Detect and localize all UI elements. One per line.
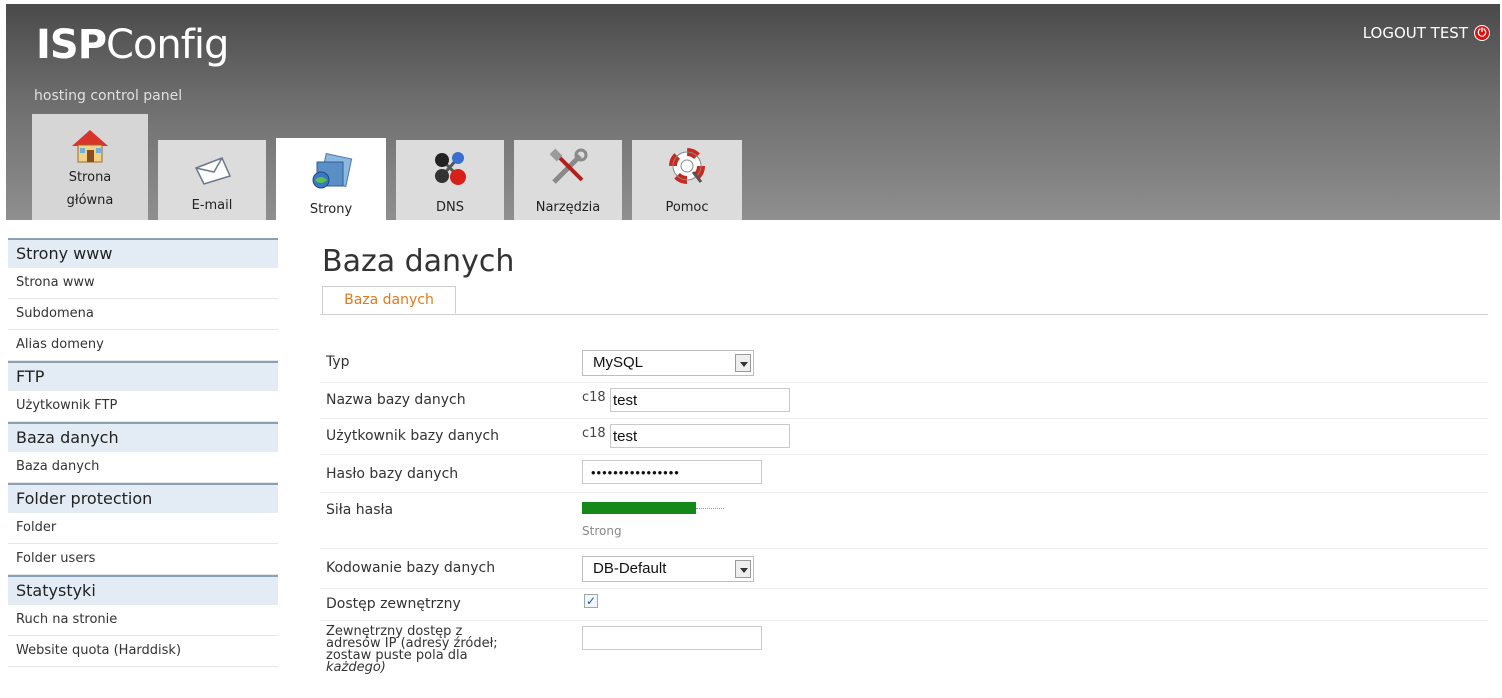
lifebuoy-icon	[669, 148, 705, 184]
row-charset: Kodowanie bazy danych DB-Default	[320, 548, 1488, 589]
row-db-name: Nazwa bazy danych c18 test	[320, 382, 1488, 419]
tab-tools-label: Narzędzia	[535, 200, 601, 215]
tab-dns-label: DNS	[436, 200, 464, 215]
chevron-down-icon	[735, 560, 751, 578]
charset-value: DB-Default	[593, 560, 667, 577]
tab-sites[interactable]: Strony	[276, 138, 386, 222]
sidebar-item-folder-users[interactable]: Folder users	[8, 544, 278, 575]
sidebar-item-website-quota[interactable]: Website quota (Harddisk)	[8, 636, 278, 667]
logo-rest: Config	[106, 22, 229, 68]
remote-access-label: Dostęp zewnętrzny	[326, 596, 461, 612]
sidebar-section-statystyki: Statystyki	[8, 575, 278, 605]
remote-access-checkbox[interactable]: ✓	[584, 594, 598, 608]
sidebar-section-strony-www: Strony www	[8, 238, 278, 268]
db-user-label: Użytkownik bazy danych	[326, 428, 500, 444]
row-db-user: Użytkownik bazy danych c18 test	[320, 418, 1488, 455]
db-user-prefix: c18	[582, 426, 606, 441]
db-user-input[interactable]: test	[610, 424, 790, 448]
remote-ips-label-line4: każdego)	[326, 660, 386, 675]
tagline: hosting control panel	[34, 88, 183, 104]
sidebar-item-strona-www[interactable]: Strona www	[8, 268, 278, 299]
page-title: Baza danych	[322, 244, 515, 279]
tab-dns[interactable]: DNS	[396, 140, 504, 220]
row-typ: Typ MySQL	[320, 344, 1488, 383]
logo-bold: ISP	[36, 22, 107, 68]
db-password-input[interactable]: ••••••••••••••••	[582, 460, 762, 484]
globe-folder-icon	[312, 153, 353, 189]
remote-ips-input[interactable]	[582, 626, 762, 650]
strength-label: Siła hasła	[326, 502, 394, 518]
logout-link[interactable]: LOGOUT TEST ⏻	[1363, 24, 1490, 42]
row-password-strength: Siła hasła Strong	[320, 492, 1488, 549]
sidebar: Strony www Strona www Subdomena Alias do…	[8, 238, 278, 667]
tab-tools[interactable]: Narzędzia	[514, 140, 622, 220]
envelope-icon	[194, 157, 232, 185]
sidebar-section-baza-danych: Baza danych	[8, 422, 278, 452]
sidebar-item-uzytkownik-ftp[interactable]: Użytkownik FTP	[8, 391, 278, 422]
sidebar-section-ftp: FTP	[8, 361, 278, 391]
chevron-down-icon	[735, 354, 751, 372]
row-remote-access: Dostęp zewnętrzny ✓	[320, 588, 1488, 621]
tab-home[interactable]: Strona główna	[32, 114, 148, 220]
db-name-prefix: c18	[582, 390, 606, 405]
charset-select[interactable]: DB-Default	[582, 556, 754, 582]
tab-sites-label: Strony	[309, 202, 353, 217]
ispconfig-logo[interactable]: ISPConfig	[36, 22, 229, 68]
sidebar-item-baza-danych[interactable]: Baza danych	[8, 452, 278, 483]
logout-label: LOGOUT TEST	[1362, 24, 1468, 42]
tab-email-label: E-mail	[191, 198, 233, 213]
subtab-bar: Baza danych	[320, 286, 1488, 315]
tab-help-label: Pomoc	[665, 200, 709, 215]
strength-text: Strong	[582, 524, 622, 538]
tab-email[interactable]: E-mail	[158, 140, 266, 220]
sidebar-item-ruch-na-stronie[interactable]: Ruch na stronie	[8, 605, 278, 636]
charset-label: Kodowanie bazy danych	[326, 560, 496, 576]
typ-label: Typ	[326, 354, 350, 370]
sidebar-item-subdomena[interactable]: Subdomena	[8, 299, 278, 330]
tab-help[interactable]: Pomoc	[632, 140, 742, 220]
tab-baza-danych[interactable]: Baza danych	[322, 286, 456, 314]
home-icon	[72, 130, 108, 163]
main-content: Baza danych Baza danych Typ MySQL Nazwa …	[320, 242, 1490, 674]
strength-bar-rest	[696, 508, 724, 510]
tools-icon	[549, 148, 588, 184]
sidebar-section-folder-protection: Folder protection	[8, 483, 278, 513]
db-name-input[interactable]: test	[610, 388, 790, 412]
strength-bar-fill	[582, 502, 696, 514]
sidebar-item-folder[interactable]: Folder	[8, 513, 278, 544]
tab-home-label-2: główna	[66, 193, 114, 208]
db-password-label: Hasło bazy danych	[326, 466, 459, 482]
row-remote-ips: Zewnętrzny dostęp z adresów IP (adresy ź…	[320, 622, 1488, 698]
network-nodes-icon	[435, 152, 466, 185]
typ-value: MySQL	[593, 354, 644, 371]
typ-select[interactable]: MySQL	[582, 350, 754, 376]
sidebar-item-alias-domeny[interactable]: Alias domeny	[8, 330, 278, 361]
power-icon: ⏻	[1474, 25, 1490, 41]
tab-home-label-1: Strona	[68, 170, 112, 185]
row-db-password: Hasło bazy danych ••••••••••••••••	[320, 454, 1488, 493]
db-name-label: Nazwa bazy danych	[326, 392, 466, 408]
remote-ips-label: Zewnętrzny dostęp z adresów IP (adresy ź…	[326, 625, 498, 675]
